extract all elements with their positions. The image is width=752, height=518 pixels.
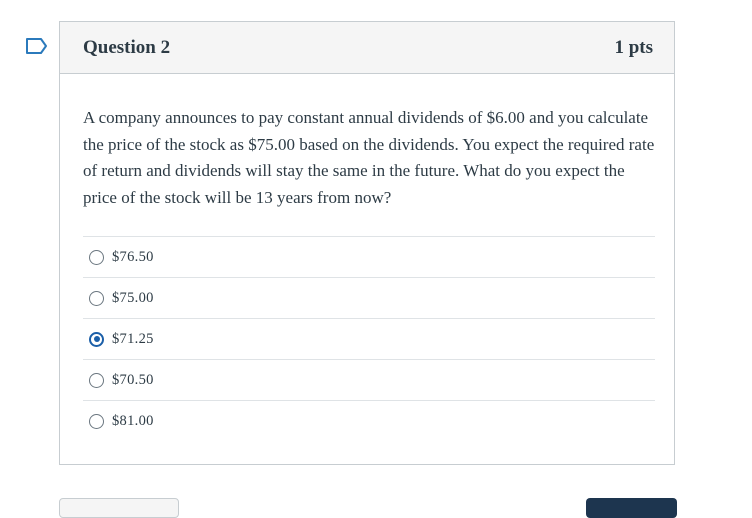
question-title: Question 2 (83, 37, 171, 58)
next-button[interactable] (586, 498, 677, 518)
flag-question-icon[interactable] (25, 37, 49, 55)
previous-button[interactable] (59, 498, 179, 518)
answer-option[interactable]: $70.50 (83, 359, 655, 400)
question-card: Question 2 1 pts A company announces to … (59, 21, 675, 465)
answer-label: $76.50 (112, 248, 154, 265)
radio-button-selected[interactable] (89, 331, 104, 347)
answer-label: $70.50 (112, 371, 154, 388)
radio-button[interactable] (89, 413, 104, 429)
answer-label: $75.00 (112, 289, 154, 306)
answer-list: $76.50 $75.00 $71.25 $70.50 $81.00 (83, 236, 655, 441)
radio-button[interactable] (89, 249, 104, 265)
answer-option[interactable]: $71.25 (83, 318, 655, 359)
answer-option[interactable]: $75.00 (83, 277, 655, 318)
question-points: 1 pts (614, 37, 653, 58)
answer-label: $71.25 (112, 330, 154, 347)
answer-label: $81.00 (112, 412, 154, 429)
question-text: A company announces to pay constant annu… (83, 108, 655, 207)
answer-option[interactable]: $81.00 (83, 400, 655, 441)
question-header: Question 2 1 pts (60, 22, 674, 74)
radio-button[interactable] (89, 372, 104, 388)
answer-option[interactable]: $76.50 (83, 236, 655, 277)
radio-button[interactable] (89, 290, 104, 306)
